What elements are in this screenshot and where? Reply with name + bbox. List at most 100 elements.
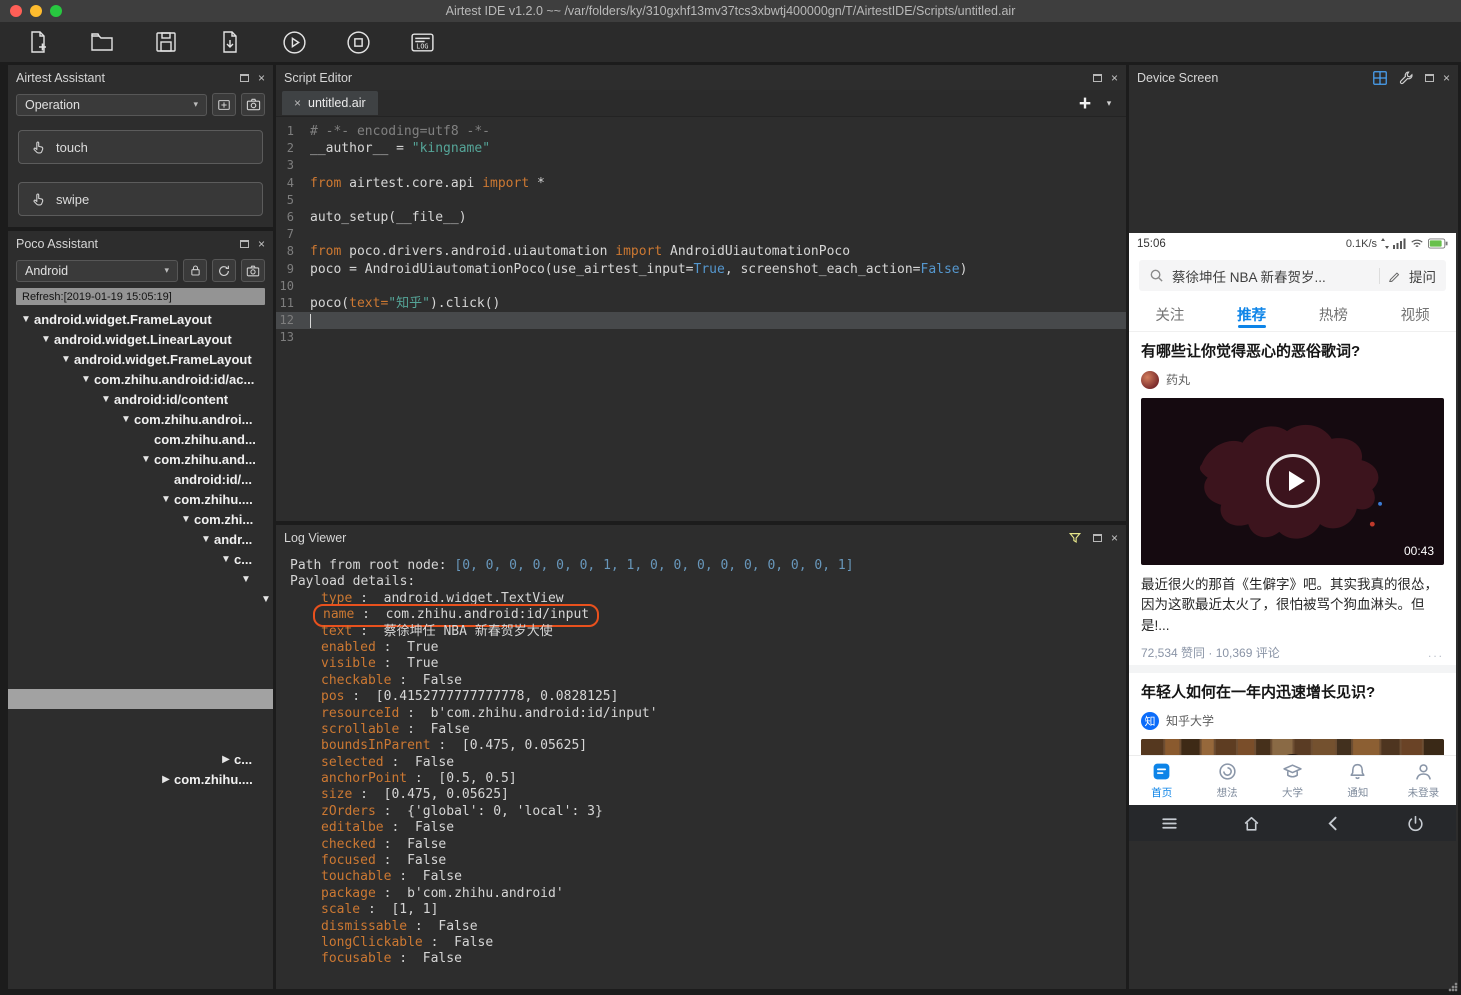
resize-grip[interactable] — [1448, 982, 1458, 992]
float-panel-icon[interactable] — [239, 239, 249, 248]
tree-node[interactable]: ▼ — [8, 589, 273, 609]
tab-follow[interactable]: 关注 — [1155, 298, 1184, 331]
float-panel-icon[interactable] — [1092, 533, 1102, 542]
tree-expander-icon[interactable]: ▼ — [18, 314, 34, 325]
operation-mode-select[interactable]: Operation ▾ — [16, 93, 207, 116]
tree-expander-icon[interactable]: ▼ — [78, 374, 94, 385]
tree-expander-icon[interactable]: ▼ — [198, 534, 214, 545]
code-line[interactable]: 11 poco(text="知乎").click() — [276, 295, 1126, 312]
poco-inspect-button[interactable] — [241, 259, 265, 282]
code-line[interactable]: 3 — [276, 157, 1126, 174]
code-line[interactable]: 1 # -*- encoding=utf8 -*- — [276, 123, 1126, 140]
avatar[interactable]: 知 — [1141, 711, 1159, 730]
export-script-button[interactable] — [216, 28, 244, 56]
author-name[interactable]: 药丸 — [1166, 371, 1190, 388]
tree-expander-icon[interactable]: ▼ — [178, 514, 194, 525]
author-name[interactable]: 知乎大学 — [1166, 712, 1214, 729]
tree-node[interactable]: ▼ android.widget.FrameLayout — [8, 349, 273, 369]
question-title[interactable]: 年轻人如何在一年内迅速增长见识? — [1141, 683, 1444, 703]
tree-node[interactable]: ▼ — [8, 629, 273, 649]
feed-card[interactable]: 年轻人如何在一年内迅速增长见识? 知 知乎大学 — [1129, 673, 1456, 755]
device-tools-button[interactable] — [1398, 69, 1416, 87]
stop-script-button[interactable] — [344, 28, 372, 56]
close-tab-icon[interactable]: × — [294, 96, 301, 110]
tree-node[interactable]: ▼ — [8, 609, 273, 629]
tree-node[interactable]: ▼ — [8, 709, 273, 729]
play-button-icon[interactable] — [1265, 454, 1320, 508]
float-panel-icon[interactable] — [239, 73, 249, 82]
nav-item-university[interactable]: 大学 — [1260, 756, 1325, 805]
tree-node[interactable]: ▼ — [8, 649, 273, 669]
close-window-button[interactable] — [10, 5, 22, 17]
code-lines[interactable]: 1 # -*- encoding=utf8 -*- 2 __author__ = "k… — [276, 117, 1126, 521]
minimize-window-button[interactable] — [30, 5, 42, 17]
code-line[interactable]: 7 — [276, 226, 1126, 243]
tab-recommend[interactable]: 推荐 — [1237, 298, 1266, 331]
log-lines[interactable]: Path from root node: [0, 0, 0, 0, 0, 0, … — [276, 550, 1126, 989]
close-panel-icon[interactable]: × — [1111, 72, 1118, 84]
open-script-button[interactable] — [88, 28, 116, 56]
save-script-button[interactable] — [152, 28, 180, 56]
close-panel-icon[interactable]: × — [1443, 72, 1450, 84]
tree-expander-icon[interactable]: ▼ — [238, 574, 254, 585]
insert-snippet-button[interactable] — [212, 93, 236, 116]
refresh-hierarchy-button[interactable] — [212, 259, 236, 282]
nav-item-login[interactable]: 未登录 — [1391, 756, 1456, 805]
view-log-button[interactable]: LOG — [408, 28, 436, 56]
run-script-button[interactable] — [280, 28, 308, 56]
swipe-button[interactable]: swipe — [18, 182, 263, 216]
tree-expander-icon[interactable]: ▼ — [58, 354, 74, 365]
tree-node[interactable]: android:id/... — [8, 469, 273, 489]
tree-node[interactable]: ▼ com.zhihu.... — [8, 489, 273, 509]
float-panel-icon[interactable] — [1424, 73, 1434, 82]
tree-node[interactable]: ▼ — [8, 569, 273, 589]
tree-node[interactable]: ▼ — [8, 689, 273, 709]
tree-node[interactable]: ▼ android:id/content — [8, 389, 273, 409]
touch-button[interactable]: touch — [18, 130, 263, 164]
code-line[interactable]: 9 poco = AndroidUiautomationPoco(use_airt… — [276, 261, 1126, 278]
tree-node[interactable]: ▼ c... — [8, 549, 273, 569]
search-input[interactable]: 蔡徐坤任 NBA 新春贺岁... 提问 — [1139, 260, 1446, 291]
video-thumbnail[interactable]: 00:43 — [1141, 397, 1444, 565]
lock-hierarchy-button[interactable] — [183, 259, 207, 282]
tree-expander-icon[interactable]: ▼ — [158, 494, 174, 505]
tree-node[interactable]: ▼ android.widget.FrameLayout — [8, 309, 273, 329]
tree-expander-icon[interactable]: ▼ — [98, 394, 114, 405]
tab-video[interactable]: 视频 — [1401, 298, 1430, 331]
code-line[interactable]: 2 __author__ = "kingname" — [276, 140, 1126, 157]
tree-node[interactable]: ▼ com.zhihu.android:id/ac... — [8, 369, 273, 389]
nav-item-ideas[interactable]: 想法 — [1194, 756, 1259, 805]
screenshot-button[interactable] — [241, 93, 265, 116]
nav-item-notifications[interactable]: 通知 — [1325, 756, 1390, 805]
tree-expander-icon[interactable]: ▶ — [158, 774, 174, 785]
tree-node[interactable]: ▶ c... — [8, 749, 273, 769]
question-title[interactable]: 有哪些让你觉得恶心的恶俗歌词? — [1141, 342, 1444, 362]
filter-log-button[interactable] — [1066, 529, 1084, 547]
float-panel-icon[interactable] — [1092, 73, 1102, 82]
tree-expander-icon[interactable]: ▼ — [218, 554, 234, 565]
new-script-button[interactable] — [24, 28, 52, 56]
android-power-button[interactable] — [1401, 809, 1429, 837]
zoom-window-button[interactable] — [50, 5, 62, 17]
layout-grid-button[interactable] — [1371, 69, 1389, 87]
tree-expander-icon[interactable]: ▶ — [218, 754, 234, 765]
article-image[interactable] — [1141, 738, 1444, 755]
tree-node[interactable]: ▼ com.zhihu.androi... — [8, 409, 273, 429]
tab-list-dropdown[interactable]: ▾ — [1100, 98, 1118, 109]
code-line[interactable]: 10 — [276, 278, 1126, 295]
tree-node[interactable]: com.zhihu.and... — [8, 429, 273, 449]
tree-node[interactable]: ▶ com.zhihu.... — [8, 769, 273, 789]
tree-node[interactable]: ▼ andr... — [8, 529, 273, 549]
code-line[interactable]: 8 from poco.drivers.android.uiautomation … — [276, 243, 1126, 260]
more-options-icon[interactable]: ... — [1428, 646, 1444, 660]
phone-mirror[interactable]: 15:06 0.1K/s 蔡徐坤任 NBA 新春贺岁... 提问 关注 推荐 热… — [1129, 233, 1456, 841]
nav-item-home[interactable]: 首页 — [1129, 756, 1194, 805]
avatar[interactable] — [1141, 370, 1159, 389]
tab-hot[interactable]: 热榜 — [1319, 298, 1348, 331]
tree-expander-icon[interactable]: ▼ — [118, 414, 134, 425]
ask-question-button[interactable]: 提问 — [1409, 266, 1436, 286]
tree-node[interactable]: ▼ com.zhi... — [8, 509, 273, 529]
code-line[interactable]: 4 from airtest.core.api import * — [276, 175, 1126, 192]
android-back-button[interactable] — [1319, 809, 1347, 837]
code-line[interactable]: 6 auto_setup(__file__) — [276, 209, 1126, 226]
